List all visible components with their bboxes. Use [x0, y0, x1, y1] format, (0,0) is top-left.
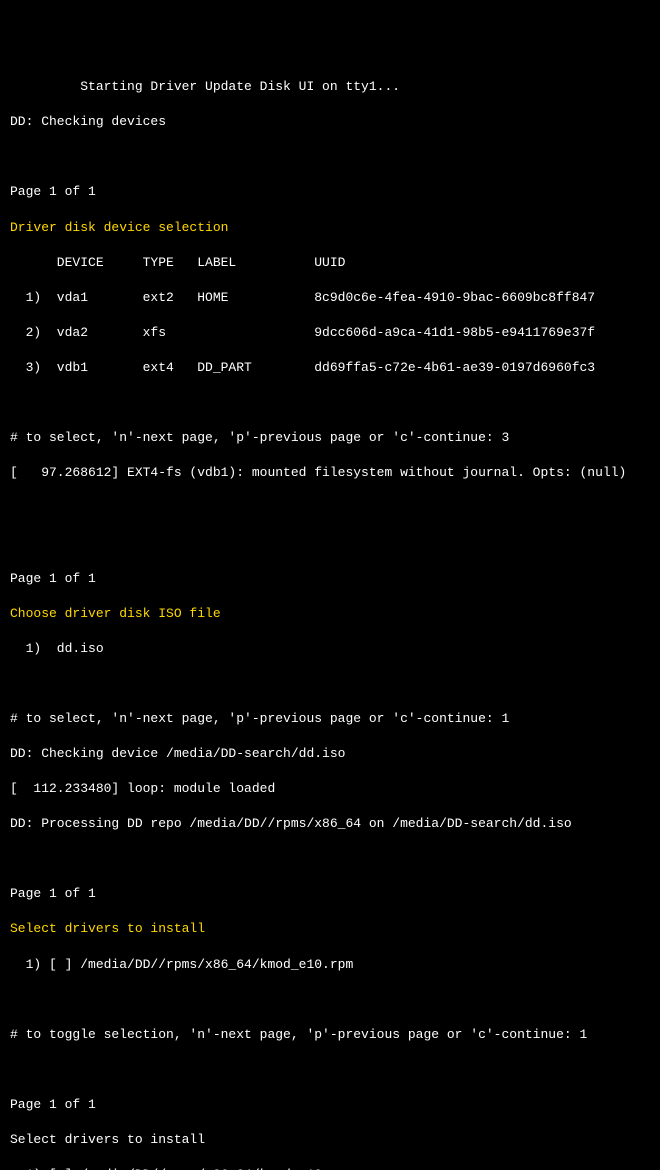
checking-device-line: DD: Checking device /media/DD-search/dd.…	[10, 745, 650, 763]
select-prompt[interactable]: # to select, 'n'-next page, 'p'-previous…	[10, 710, 650, 728]
blank-line	[10, 850, 650, 868]
section-title-select-drivers-repeat: Select drivers to install	[10, 1131, 650, 1149]
checking-devices-line: DD: Checking devices	[10, 113, 650, 131]
page-indicator: Page 1 of 1	[10, 1096, 650, 1114]
blank-line	[10, 675, 650, 693]
section-title-choose-iso: Choose driver disk ISO file	[10, 605, 650, 623]
blank-line	[10, 394, 650, 412]
page-indicator: Page 1 of 1	[10, 885, 650, 903]
driver-option-1-checked[interactable]: 1) [x] /media/DD//rpms/x86_64/kmod_e10.r…	[10, 1166, 650, 1170]
iso-option-1[interactable]: 1) dd.iso	[10, 640, 650, 658]
blank-line	[10, 991, 650, 1009]
page-indicator: Page 1 of 1	[10, 570, 650, 588]
toggle-prompt[interactable]: # to toggle selection, 'n'-next page, 'p…	[10, 1026, 650, 1044]
device-option-3[interactable]: 3) vdb1 ext4 DD_PART dd69ffa5-c72e-4b61-…	[10, 359, 650, 377]
kernel-mount-message: [ 97.268612] EXT4-fs (vdb1): mounted fil…	[10, 464, 650, 482]
section-title-select-drivers: Select drivers to install	[10, 920, 650, 938]
processing-repo-line: DD: Processing DD repo /media/DD//rpms/x…	[10, 815, 650, 833]
kernel-loop-message: [ 112.233480] loop: module loaded	[10, 780, 650, 798]
blank-line	[10, 1061, 650, 1079]
device-option-1[interactable]: 1) vda1 ext2 HOME 8c9d0c6e-4fea-4910-9ba…	[10, 289, 650, 307]
page-indicator: Page 1 of 1	[10, 183, 650, 201]
blank-line	[10, 534, 650, 552]
section-title-device-selection: Driver disk device selection	[10, 219, 650, 237]
blank-line	[10, 499, 650, 517]
driver-option-1-unchecked[interactable]: 1) [ ] /media/DD//rpms/x86_64/kmod_e10.r…	[10, 956, 650, 974]
starting-line: Starting Driver Update Disk UI on tty1..…	[10, 78, 650, 96]
select-prompt[interactable]: # to select, 'n'-next page, 'p'-previous…	[10, 429, 650, 447]
device-option-2[interactable]: 2) vda2 xfs 9dcc606d-a9ca-41d1-98b5-e941…	[10, 324, 650, 342]
device-table-header: DEVICE TYPE LABEL UUID	[10, 254, 650, 272]
blank-line	[10, 148, 650, 166]
